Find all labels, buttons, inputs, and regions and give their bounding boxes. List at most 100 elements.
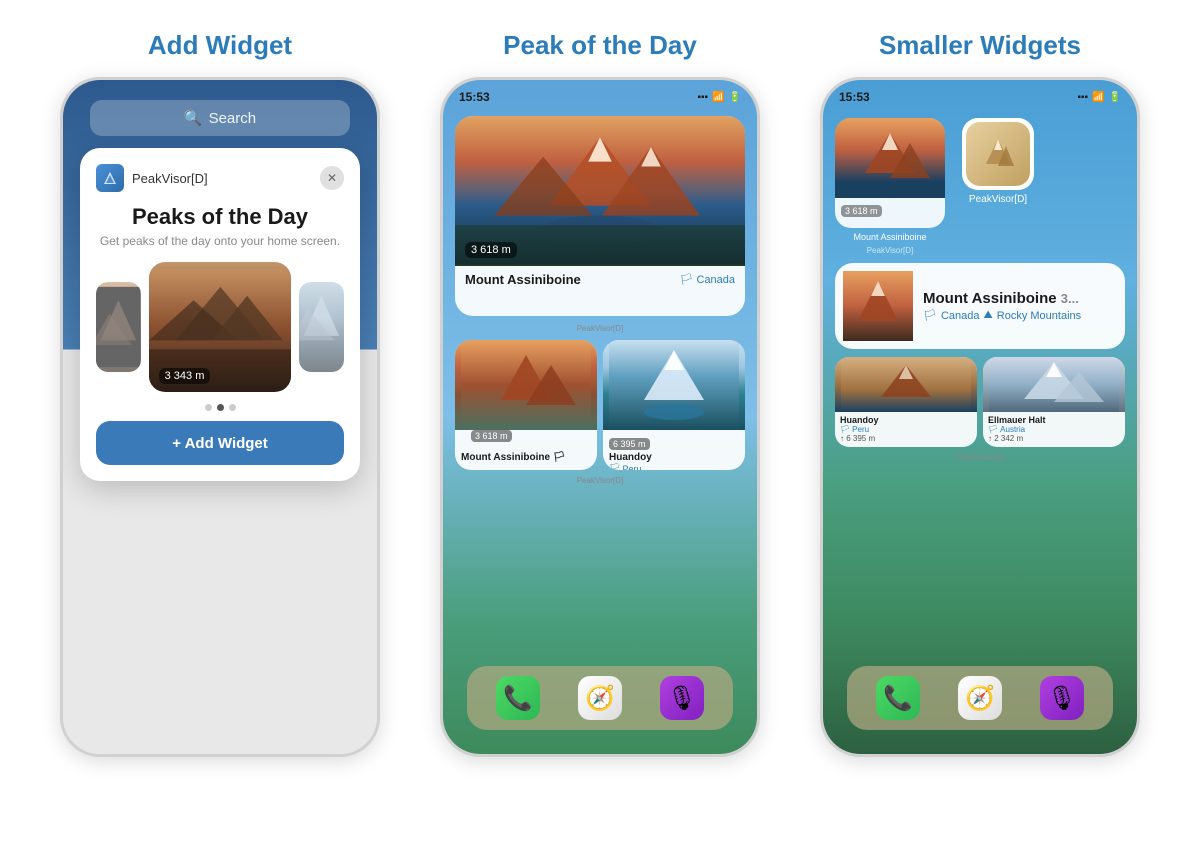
top-row-widgets: 3 618 m Mount Assiniboine PeakVisor[D] bbox=[835, 118, 1125, 255]
tiny-peak-name-2: Ellmauer Halt bbox=[988, 415, 1120, 425]
smaller-background: 15:53 ▪▪▪ 📶 🔋 bbox=[823, 80, 1137, 754]
status-icons-2: ▪▪▪ 📶 🔋 bbox=[697, 92, 741, 103]
preview-side-left bbox=[96, 282, 141, 372]
small-widget-2: 6 395 m Huandoy 🏳 Peru bbox=[603, 340, 745, 470]
widget-label-1: PeakVisor[D] bbox=[443, 324, 757, 333]
dock-phone-icon[interactable]: 📞 bbox=[496, 676, 540, 720]
medium-widget-img bbox=[843, 271, 913, 341]
column-2-title: Peak of the Day bbox=[503, 30, 697, 61]
column-3-title: Smaller Widgets bbox=[879, 30, 1081, 61]
small-widget-1: 3 618 m Mount Assiniboine 🏳 bbox=[455, 340, 597, 470]
status-bar-3: 15:53 ▪▪▪ 📶 🔋 bbox=[823, 80, 1137, 110]
signal-icon: ▪▪▪ bbox=[697, 92, 708, 103]
sq-widget-footer: 3 618 m bbox=[835, 198, 945, 222]
tiny-country-2: 🏳 Austria bbox=[988, 425, 1120, 434]
tiny-peak-name-1: Huandoy bbox=[840, 415, 972, 425]
tiny-widget-footer-2: Ellmauer Halt 🏳 Austria ↑ 2 342 m bbox=[983, 412, 1125, 447]
medium-elevation: 3... bbox=[1061, 291, 1079, 306]
status-time-3: 15:53 bbox=[839, 90, 870, 104]
square-widget: 3 618 m bbox=[835, 118, 945, 228]
dock-safari-icon-3[interactable]: 🧭 bbox=[958, 676, 1002, 720]
tiny-widget-footer-1: Huandoy 🏳 Peru ↑ 6 395 m bbox=[835, 412, 977, 447]
search-label: Search bbox=[209, 110, 257, 127]
dock-safari-icon[interactable]: 🧭 bbox=[578, 676, 622, 720]
status-icons-3: ▪▪▪ 📶 🔋 bbox=[1077, 92, 1121, 103]
widget-subtitle: Get peaks of the day onto your home scre… bbox=[96, 234, 344, 248]
tiny-img-1 bbox=[835, 357, 977, 412]
main-layout: Add Widget 🔍 Search bbox=[30, 30, 1170, 757]
flag-icon-medium: 🏳 bbox=[923, 309, 937, 322]
dot-2 bbox=[217, 404, 224, 411]
sq-widget-img bbox=[835, 118, 945, 198]
widget-title: Peaks of the Day bbox=[96, 204, 344, 230]
small-widget-img-1 bbox=[455, 340, 597, 430]
app-name: PeakVisor[D] bbox=[132, 171, 208, 186]
add-widget-button[interactable]: + Add Widget bbox=[96, 421, 344, 465]
two-small-row: Huandoy 🏳 Peru ↑ 6 395 m bbox=[835, 357, 1125, 447]
app-icon-large[interactable] bbox=[962, 118, 1034, 190]
tiny-widget-2: Ellmauer Halt 🏳 Austria ↑ 2 342 m bbox=[983, 357, 1125, 447]
app-icon-block: PeakVisor[D] bbox=[953, 118, 1043, 255]
small-elevation-2: 6 395 m bbox=[609, 438, 650, 450]
small-widget-footer-1: 3 618 m Mount Assiniboine 🏳 bbox=[455, 430, 597, 467]
small-widget-img-2 bbox=[603, 340, 745, 430]
dot-1 bbox=[205, 404, 212, 411]
wifi-icon: 📶 bbox=[712, 92, 724, 103]
small-elevation-1: 3 618 m bbox=[471, 430, 512, 442]
close-button[interactable]: ✕ bbox=[320, 166, 344, 190]
tiny-elevation-1: ↑ 6 395 m bbox=[840, 434, 972, 443]
large-elevation: 3 618 m bbox=[465, 242, 517, 258]
page-dots bbox=[96, 404, 344, 411]
medium-peak-name: Mount Assiniboine 3... bbox=[923, 290, 1117, 307]
large-widget: 3 618 m Mount Assiniboine 🏳 Canada bbox=[455, 116, 745, 316]
phone-frame-1: 🔍 Search PeakVisor[D] bbox=[60, 77, 380, 757]
search-icon: 🔍 bbox=[184, 109, 203, 127]
widget-card-header: PeakVisor[D] ✕ bbox=[96, 164, 344, 192]
search-bar[interactable]: 🔍 Search bbox=[90, 100, 350, 136]
large-country: 🏳 Canada bbox=[679, 273, 735, 286]
widget-label-3: PeakVisor[D] bbox=[823, 453, 1137, 462]
widget-card: PeakVisor[D] ✕ Peaks of the Day Get peak… bbox=[80, 148, 360, 481]
phone-frame-2: 15:53 ▪▪▪ 📶 🔋 bbox=[440, 77, 760, 757]
sq-widget-group: 3 618 m Mount Assiniboine PeakVisor[D] bbox=[835, 118, 945, 255]
preview-side-right bbox=[299, 282, 344, 372]
medium-widget: Mount Assiniboine 3... 🏳 Canada ⛰ Rocky … bbox=[835, 263, 1125, 349]
dock-bar-2: 📞 🧭 🎙 bbox=[467, 666, 733, 730]
tiny-elevation-2: ↑ 2 342 m bbox=[988, 434, 1120, 443]
tiny-widget-1: Huandoy 🏳 Peru ↑ 6 395 m bbox=[835, 357, 977, 447]
column-peak-day: Peak of the Day 15:53 ▪▪▪ 📶 🔋 bbox=[430, 30, 770, 757]
sq-peak-label: Mount Assiniboine bbox=[853, 232, 926, 242]
app-icon-inner bbox=[966, 122, 1030, 186]
sq-app-label: PeakVisor[D] bbox=[867, 246, 914, 255]
small-widget-footer-2: 6 395 m Huandoy 🏳 Peru bbox=[603, 430, 745, 470]
signal-icon-3: ▪▪▪ bbox=[1077, 92, 1088, 103]
large-widget-footer: Mount Assiniboine 🏳 Canada bbox=[455, 266, 745, 293]
phone-frame-3: 15:53 ▪▪▪ 📶 🔋 bbox=[820, 77, 1140, 757]
dock-podcasts-icon[interactable]: 🎙 bbox=[660, 676, 704, 720]
widget-preview-area: 3 343 m Marmolada 🏳 Italy bbox=[96, 262, 344, 392]
mountain-icon: ⛰ bbox=[984, 309, 993, 322]
large-widget-image: 3 618 m bbox=[455, 116, 745, 266]
elevation-badge-main: 3 343 m bbox=[159, 368, 211, 384]
dock-podcasts-icon-3[interactable]: 🎙 bbox=[1040, 676, 1084, 720]
medium-widget-info: Mount Assiniboine 3... 🏳 Canada ⛰ Rocky … bbox=[923, 290, 1117, 322]
dock-phone-icon-3[interactable]: 📞 bbox=[876, 676, 920, 720]
medium-location: 🏳 Canada ⛰ Rocky Mountains bbox=[923, 309, 1117, 322]
dock-bar-3: 📞 🧭 🎙 bbox=[847, 666, 1113, 730]
add-widget-background: 🔍 Search PeakVisor[D] bbox=[63, 80, 377, 754]
column-add-widget: Add Widget 🔍 Search bbox=[50, 30, 390, 757]
peak-day-background: 15:53 ▪▪▪ 📶 🔋 bbox=[443, 80, 757, 754]
tiny-country-1: 🏳 Peru bbox=[840, 425, 972, 434]
small-widgets-row: 3 618 m Mount Assiniboine 🏳 bbox=[455, 340, 745, 470]
preview-main-widget: 3 343 m Marmolada 🏳 Italy bbox=[149, 262, 292, 392]
widget-label-2: PeakVisor[D] bbox=[443, 476, 757, 485]
battery-icon-3: 🔋 bbox=[1109, 92, 1121, 103]
status-time-2: 15:53 bbox=[459, 90, 490, 104]
sq-elevation: 3 618 m bbox=[841, 205, 882, 217]
app-info: PeakVisor[D] bbox=[96, 164, 208, 192]
status-bar-2: 15:53 ▪▪▪ 📶 🔋 bbox=[443, 80, 757, 110]
wifi-icon-3: 📶 bbox=[1092, 92, 1104, 103]
small-country-2: 🏳 Peru bbox=[609, 463, 739, 470]
battery-icon: 🔋 bbox=[729, 92, 741, 103]
column-1-title: Add Widget bbox=[148, 30, 292, 61]
